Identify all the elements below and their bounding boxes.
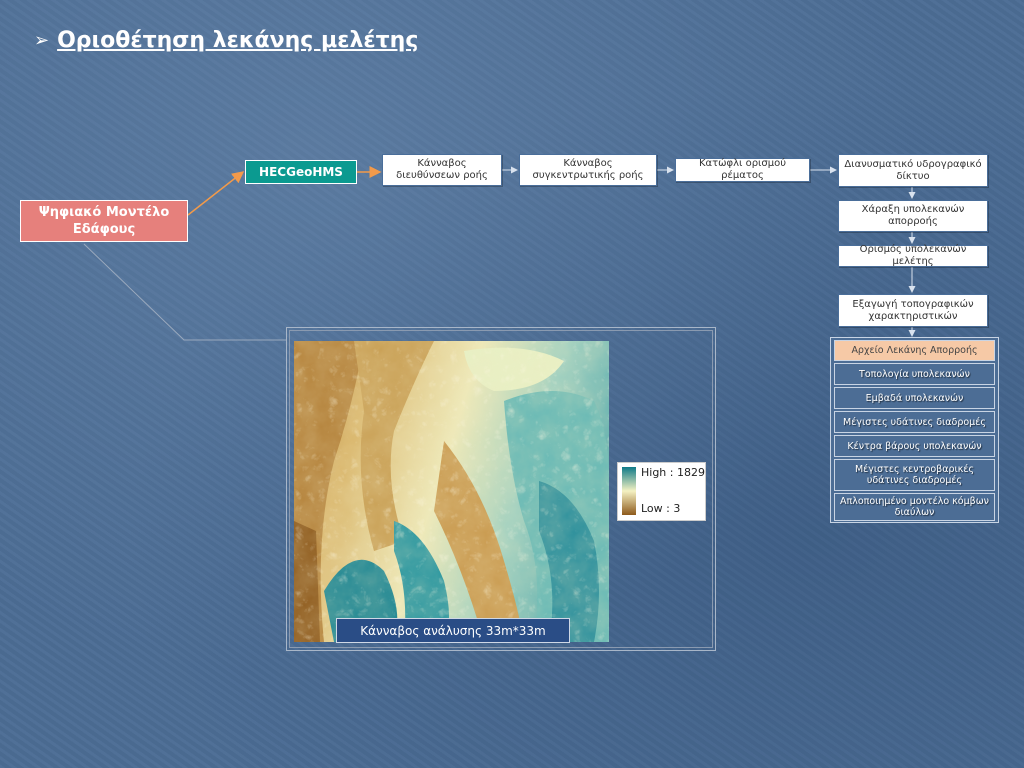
output-centroidal-flowpaths: Μέγιστες κεντροβαρικές υδάτινες διαδρομέ… [834,459,995,491]
output-schematic-model: Απλοποιημένο μοντέλο κόμβων διαύλων [834,493,995,521]
stream-threshold-box: Κατώφλι ορισμού ρέματος [675,158,810,182]
output-topology: Τοπολογία υπολεκανών [834,363,995,385]
dem-to-map-line [83,243,286,341]
flow-direction-box: Κάνναβος διευθύνσεων ροής [382,154,502,186]
legend-high: High : 1829 [641,466,705,479]
stream-network-box: Διανυσματικό υδρογραφικό δίκτυο [838,154,988,187]
topographic-features-box: Εξαγωγή τοπογραφικών χαρακτηριστικών [838,294,988,327]
legend-low: Low : 3 [641,502,681,515]
outputs-panel: Αρχείο Λεκάνης Απορροής Τοπολογία υπολεκ… [830,337,999,523]
flow-accumulation-box: Κάνναβος συγκεντρωτικής ροής [519,154,657,186]
map-caption: Κάνναβος ανάλυσης 33m*33m [336,618,570,643]
output-longest-flowpaths: Μέγιστες υδάτινες διαδρομές [834,411,995,433]
elevation-legend: High : 1829 Low : 3 [617,462,706,521]
study-subbasins-box: Ορισμός υπολεκανών μελέτης [838,244,988,267]
output-areas: Εμβαδά υπολεκανών [834,387,995,409]
output-centroids: Κέντρα βάρους υπολεκανών [834,435,995,457]
dem-box: Ψηφιακό Μοντέλο Εδάφους [20,200,188,242]
dem-map-image [294,341,609,642]
subbasin-delineation-box: Χάραξη υπολεκανών απορροής [838,200,988,232]
legend-color-ramp [622,467,636,515]
hecgeohms-box: HECGeoHMS [245,160,357,184]
output-basin-file: Αρχείο Λεκάνης Απορροής [834,340,995,361]
dem-to-hec-arrow [187,171,245,216]
